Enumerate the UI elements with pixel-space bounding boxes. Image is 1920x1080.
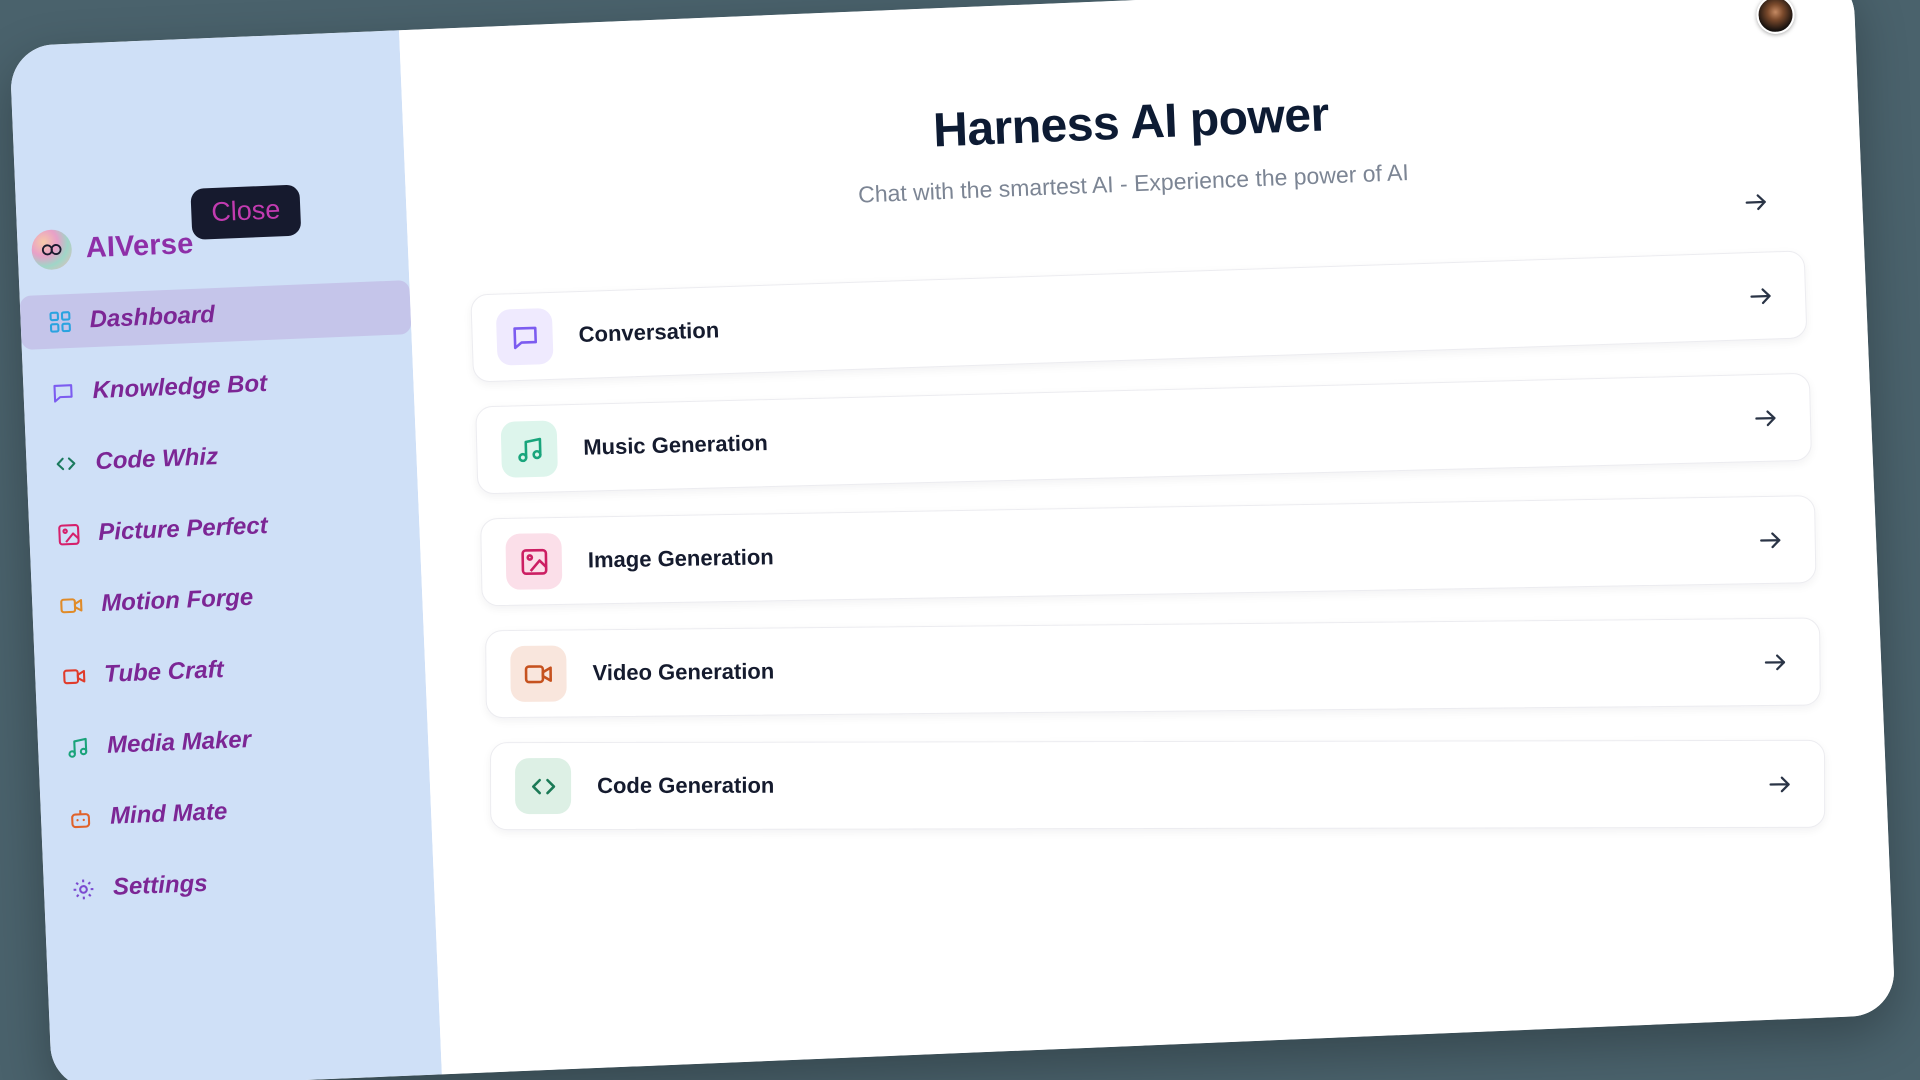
user-avatar[interactable] <box>1755 0 1796 35</box>
card-video-generation[interactable]: Video Generation <box>485 617 1821 719</box>
arrow-right-icon[interactable] <box>1742 278 1777 313</box>
sidebar-nav: Dashboard Knowledge Bot Code Whiz Pictur… <box>19 280 436 934</box>
card-label: Image Generation <box>587 544 774 573</box>
code-brackets-icon <box>52 450 79 477</box>
gear-icon <box>69 875 96 902</box>
image-icon <box>55 521 82 548</box>
card-image-generation[interactable]: Image Generation <box>480 495 1817 607</box>
hero-arrow-right-icon[interactable] <box>1738 184 1773 219</box>
card-label: Video Generation <box>592 658 775 686</box>
sidebar-item-label: Motion Forge <box>100 583 254 617</box>
arrow-right-icon[interactable] <box>1747 400 1782 435</box>
sidebar-item-label: Tube Craft <box>103 656 225 688</box>
arrow-right-icon[interactable] <box>1752 523 1787 558</box>
infinity-logo-icon <box>30 228 73 271</box>
arrow-right-icon[interactable] <box>1757 645 1791 679</box>
robot-icon <box>67 804 94 831</box>
sidebar-item-label: Code Whiz <box>94 443 219 476</box>
music-note-icon <box>64 734 91 761</box>
card-label: Music Generation <box>582 430 769 460</box>
sidebar-item-label: Media Maker <box>106 725 252 759</box>
sidebar-item-code-whiz[interactable]: Code Whiz <box>25 422 417 492</box>
sidebar-item-settings[interactable]: Settings <box>43 848 435 918</box>
video-camera-icon <box>510 645 567 703</box>
sidebar-item-picture-perfect[interactable]: Picture Perfect <box>28 493 420 563</box>
chat-bubble-icon <box>495 307 554 366</box>
brand-title: AIVerse <box>85 227 195 264</box>
app-window: AIVerse Close Dashboard Knowledge Bot Co… <box>9 0 1896 1080</box>
grid-dashboard-icon <box>46 308 73 335</box>
brand: AIVerse <box>30 224 195 271</box>
tool-card-list: Conversation Music Generation Image Gene… <box>470 240 1826 831</box>
sidebar-item-knowledge-bot[interactable]: Knowledge Bot <box>23 351 415 421</box>
image-icon <box>505 532 563 590</box>
card-conversation[interactable]: Conversation <box>470 250 1808 383</box>
card-code-generation[interactable]: Code Generation <box>490 739 1826 831</box>
screen: AIVerse Close Dashboard Knowledge Bot Co… <box>0 0 1920 1080</box>
video-camera-icon <box>58 592 85 619</box>
close-button[interactable]: Close <box>190 184 302 240</box>
sidebar-item-motion-forge[interactable]: Motion Forge <box>31 564 423 634</box>
code-brackets-icon <box>515 758 572 815</box>
main-content: Harness AI power Chat with the smartest … <box>399 0 1896 1075</box>
sidebar-item-label: Settings <box>112 869 209 901</box>
sidebar: AIVerse Close Dashboard Knowledge Bot Co… <box>9 30 442 1080</box>
sidebar-item-mind-mate[interactable]: Mind Mate <box>40 777 432 847</box>
video-camera-icon <box>61 663 88 690</box>
sidebar-item-dashboard[interactable]: Dashboard <box>19 280 412 351</box>
sidebar-item-label: Dashboard <box>89 301 216 334</box>
chat-bubble-icon <box>49 379 76 406</box>
sidebar-item-label: Picture Perfect <box>97 512 269 547</box>
sidebar-item-tube-craft[interactable]: Tube Craft <box>34 635 426 705</box>
sidebar-item-label: Mind Mate <box>109 797 228 830</box>
card-music-generation[interactable]: Music Generation <box>475 372 1813 495</box>
card-label: Conversation <box>578 317 720 347</box>
card-label: Code Generation <box>597 772 775 798</box>
music-note-icon <box>500 420 559 478</box>
sidebar-item-media-maker[interactable]: Media Maker <box>37 706 429 776</box>
sidebar-item-label: Knowledge Bot <box>91 369 268 405</box>
arrow-right-icon[interactable] <box>1762 767 1796 801</box>
